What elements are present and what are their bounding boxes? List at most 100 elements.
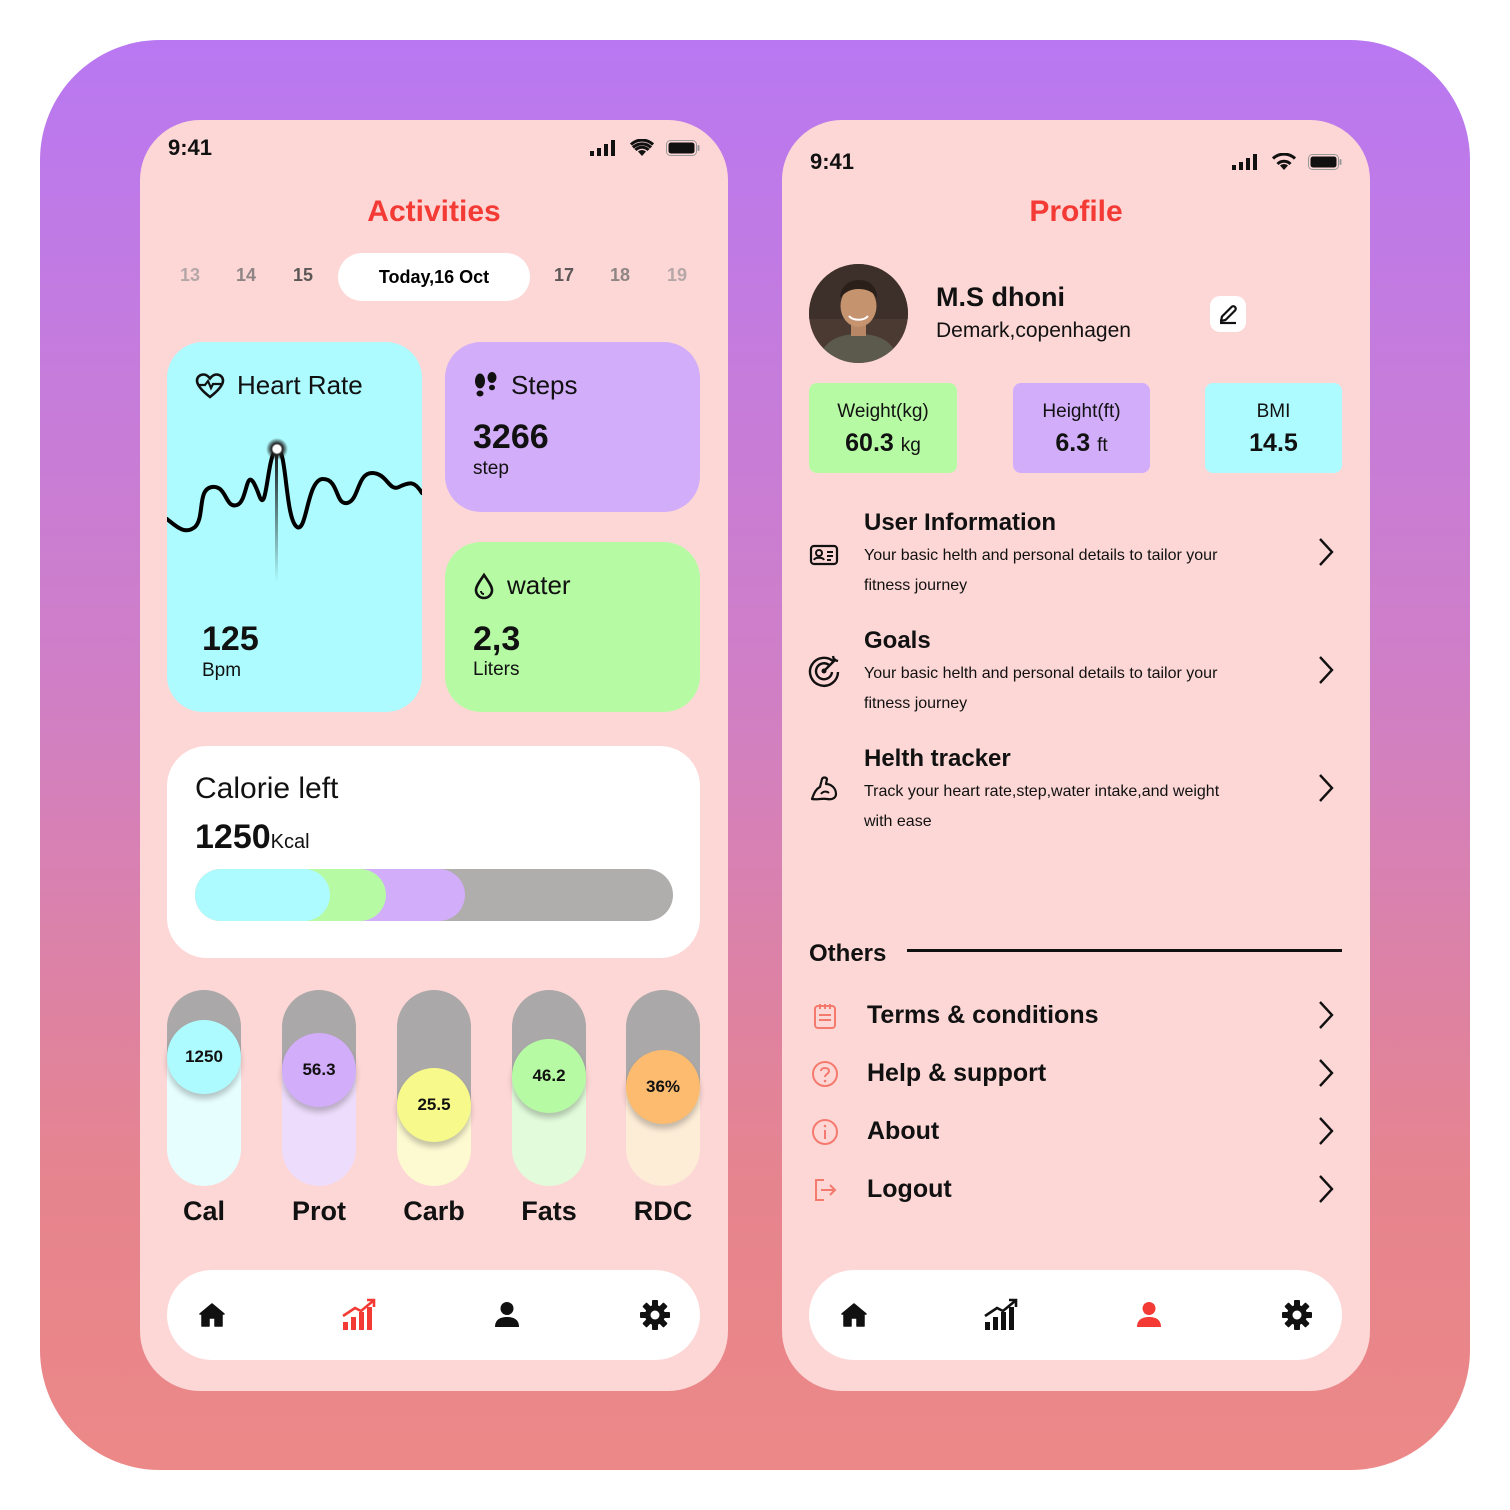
date-15[interactable]: 15 bbox=[293, 265, 313, 286]
heart-rate-card[interactable]: Heart Rate 125 Bpm bbox=[167, 342, 422, 712]
menu-help-support[interactable]: Help & support bbox=[782, 1055, 1370, 1095]
wifi-icon bbox=[630, 139, 654, 156]
steps-card[interactable]: Steps 3266 step bbox=[445, 342, 700, 512]
footsteps-icon bbox=[475, 371, 497, 396]
id-card-icon bbox=[809, 544, 839, 566]
height-unit: ft bbox=[1097, 435, 1108, 456]
date-19[interactable]: 19 bbox=[667, 265, 687, 286]
nutrient-label-prot: Prot bbox=[292, 1196, 346, 1226]
height-value: 6.3 bbox=[1055, 429, 1091, 457]
water-label: water bbox=[507, 570, 571, 600]
menu-title: Helth tracker bbox=[864, 745, 1011, 772]
clipboard-icon bbox=[814, 1004, 836, 1029]
water-unit: Liters bbox=[473, 659, 520, 680]
steps-label: Steps bbox=[511, 370, 578, 400]
activities-screen: 9:41 Activities 13 14 15 Today,16 Oct 17… bbox=[140, 120, 728, 1391]
nav-home[interactable] bbox=[194, 1297, 230, 1333]
gear-icon bbox=[1282, 1300, 1312, 1330]
weight-unit: kg bbox=[900, 435, 921, 456]
heart-rate-wave bbox=[167, 438, 422, 582]
nutrient-value-prot: 56.3 bbox=[282, 1033, 356, 1107]
page-title: Activities bbox=[367, 195, 501, 228]
water-value: 2,3 bbox=[473, 620, 521, 658]
date-14[interactable]: 14 bbox=[236, 265, 256, 286]
weight-stat: Weight(kg) 60.3 kg bbox=[809, 383, 957, 473]
profile-location: Demark,copenhagen bbox=[936, 319, 1131, 342]
nav-settings[interactable] bbox=[637, 1297, 673, 1333]
profile-name: M.S dhoni bbox=[936, 282, 1065, 312]
status-bar: 9:41 bbox=[140, 135, 728, 175]
calorie-label: Calorie left bbox=[195, 772, 339, 805]
target-icon bbox=[808, 655, 840, 687]
user-icon bbox=[1137, 1302, 1161, 1327]
chevron-right-icon bbox=[1319, 774, 1334, 802]
home-icon bbox=[199, 1303, 225, 1327]
water-drop-icon bbox=[474, 572, 494, 599]
signal-icon bbox=[590, 140, 615, 156]
bottom-nav bbox=[809, 1270, 1342, 1360]
wifi-icon bbox=[1272, 153, 1296, 170]
date-strip: 13 14 15 Today,16 Oct 17 18 19 bbox=[170, 253, 698, 301]
heart-rate-value: 125 bbox=[202, 620, 259, 658]
nutrient-label-rdc: RDC bbox=[633, 1196, 693, 1226]
home-icon bbox=[841, 1303, 867, 1327]
calorie-progress-bar bbox=[195, 869, 673, 921]
menu-description: Your basic helth and personal details to… bbox=[864, 547, 1218, 594]
others-heading: Others bbox=[809, 940, 887, 967]
page-title: Profile bbox=[1029, 195, 1123, 228]
weight-label: Weight(kg) bbox=[837, 401, 929, 422]
chevron-right-icon bbox=[1319, 538, 1334, 566]
profile-screen: 9:41 Profile M.S dhoni Demark,copenhagen… bbox=[782, 120, 1370, 1391]
menu-terms-conditions[interactable]: Terms & conditions bbox=[782, 997, 1370, 1037]
nav-stats[interactable] bbox=[341, 1297, 377, 1333]
bmi-label: BMI bbox=[1256, 401, 1291, 422]
logout-icon bbox=[815, 1179, 837, 1201]
date-18[interactable]: 18 bbox=[610, 265, 630, 286]
calorie-value: 1250 bbox=[195, 818, 271, 856]
menu-description: Track your heart rate,step,water intake,… bbox=[864, 783, 1220, 830]
nutrient-value-rdc: 36% bbox=[626, 1050, 700, 1124]
segment-cyan bbox=[195, 869, 330, 921]
chevron-right-icon bbox=[1319, 1001, 1334, 1029]
menu-goals[interactable]: Goals Your basic helth and personal deta… bbox=[782, 627, 1370, 727]
pencil-icon bbox=[1219, 305, 1237, 325]
nav-stats[interactable] bbox=[983, 1297, 1019, 1333]
bmi-stat: BMI 14.5 bbox=[1205, 383, 1342, 473]
nav-settings[interactable] bbox=[1279, 1297, 1315, 1333]
chart-growth-icon bbox=[984, 1298, 1018, 1330]
nutrient-label-carb: Carb bbox=[403, 1196, 465, 1226]
logout-label: Logout bbox=[867, 1175, 952, 1203]
chevron-right-icon bbox=[1319, 1175, 1334, 1203]
battery-icon bbox=[1308, 154, 1342, 170]
nutrient-label-cal: Cal bbox=[182, 1196, 226, 1226]
user-icon bbox=[495, 1302, 519, 1327]
height-label: Height(ft) bbox=[1042, 401, 1121, 422]
height-stat: Height(ft) 6.3 ft bbox=[1013, 383, 1150, 473]
calorie-card[interactable]: Calorie left 1250Kcal bbox=[167, 746, 700, 958]
date-today[interactable]: Today,16 Oct bbox=[338, 253, 530, 301]
bmi-value: 14.5 bbox=[1249, 429, 1298, 457]
date-17[interactable]: 17 bbox=[554, 265, 574, 286]
nav-profile[interactable] bbox=[1131, 1297, 1167, 1333]
nav-home[interactable] bbox=[836, 1297, 872, 1333]
heart-rate-unit: Bpm bbox=[202, 660, 242, 681]
status-bar: 9:41 bbox=[782, 149, 1370, 189]
menu-description: Your basic helth and personal details to… bbox=[864, 665, 1218, 712]
status-time: 9:41 bbox=[810, 149, 855, 174]
menu-logout[interactable]: Logout bbox=[782, 1171, 1370, 1211]
nutrient-value-cal: 1250 bbox=[167, 1020, 241, 1094]
heart-icon bbox=[195, 372, 225, 399]
nav-profile[interactable] bbox=[489, 1297, 525, 1333]
status-time: 9:41 bbox=[168, 135, 213, 160]
date-13[interactable]: 13 bbox=[180, 265, 200, 286]
chart-growth-icon bbox=[342, 1298, 376, 1330]
avatar[interactable] bbox=[809, 264, 908, 363]
menu-about[interactable]: About bbox=[782, 1113, 1370, 1153]
muscle-arm-icon bbox=[810, 776, 838, 801]
water-card[interactable]: water 2,3 Liters bbox=[445, 542, 700, 712]
edit-profile-button[interactable] bbox=[1210, 296, 1246, 332]
about-label: About bbox=[867, 1117, 940, 1145]
bottom-nav bbox=[167, 1270, 700, 1360]
menu-user-information[interactable]: User Information Your basic helth and pe… bbox=[782, 509, 1370, 609]
menu-health-tracker[interactable]: Helth tracker Track your heart rate,step… bbox=[782, 745, 1370, 845]
